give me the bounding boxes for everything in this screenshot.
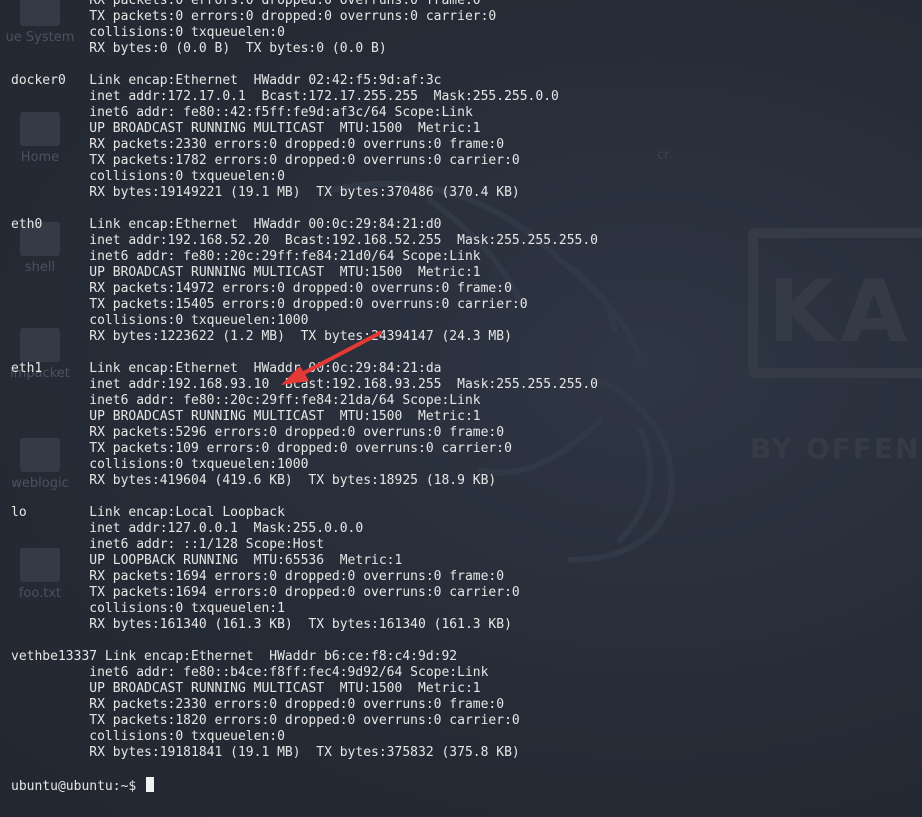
annotation-arrow-icon — [281, 331, 382, 385]
